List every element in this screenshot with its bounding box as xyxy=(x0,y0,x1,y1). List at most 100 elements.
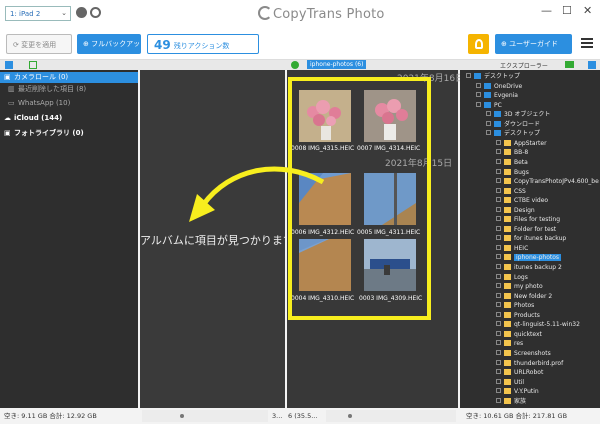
expand-icon[interactable] xyxy=(476,101,481,107)
nav-item-whatsapp[interactable]: ▭ WhatsApp (10) xyxy=(0,98,138,109)
tree-item[interactable]: URLRobot xyxy=(496,368,543,377)
apply-changes-button[interactable]: ⟳ 変更を適用 xyxy=(6,34,72,54)
expand-icon[interactable] xyxy=(496,321,501,327)
nav-item-photo-library[interactable]: ▣ フォトライブラリ (0) xyxy=(0,128,138,139)
albums-scrollbar[interactable] xyxy=(142,410,268,422)
tree-item[interactable]: for itunes backup xyxy=(496,234,566,243)
expand-icon[interactable] xyxy=(496,225,501,231)
expand-icon[interactable] xyxy=(486,130,491,136)
tree-item[interactable]: 家族 xyxy=(496,397,526,406)
tree-item[interactable]: Files for testing xyxy=(496,215,560,224)
expand-icon[interactable] xyxy=(496,244,501,250)
tips-button[interactable] xyxy=(468,34,489,54)
expand-icon[interactable] xyxy=(476,82,481,88)
expand-icon[interactable] xyxy=(496,168,501,174)
expand-icon[interactable] xyxy=(476,92,481,98)
scroll-thumb[interactable] xyxy=(348,414,352,418)
tab-iphone-photos[interactable]: iphone-photos (6) xyxy=(307,60,367,69)
add-icon[interactable] xyxy=(291,61,299,69)
tree-item[interactable]: quicktext xyxy=(496,330,542,339)
tree-item[interactable]: CTBE video xyxy=(496,196,548,205)
tree-item[interactable]: iphone-photos xyxy=(496,253,562,262)
expand-icon[interactable] xyxy=(486,120,491,126)
minimize-button[interactable]: — xyxy=(541,4,552,17)
user-guide-button[interactable]: ⊕ ユーザーガイド xyxy=(495,34,572,54)
tree-item[interactable]: Photos xyxy=(496,301,534,310)
expand-icon[interactable] xyxy=(496,378,501,384)
maximize-button[interactable]: ☐ xyxy=(562,4,572,17)
expand-icon[interactable] xyxy=(496,302,501,308)
tree-item[interactable]: qt-linguist-5.11-win32 xyxy=(496,320,580,329)
expand-icon[interactable] xyxy=(496,139,501,145)
expand-icon[interactable] xyxy=(496,206,501,212)
expand-icon[interactable] xyxy=(496,283,501,289)
close-button[interactable]: ✕ xyxy=(583,4,592,17)
tree-item[interactable]: 3D オブジェクト xyxy=(486,110,550,119)
folder-icon xyxy=(504,178,511,185)
panel-toggle-icon[interactable] xyxy=(588,61,596,69)
tree-item[interactable]: itunes backup 2 xyxy=(496,263,562,272)
expand-icon[interactable] xyxy=(496,340,501,346)
tree-item[interactable]: Logs xyxy=(496,273,528,282)
menu-icon[interactable] xyxy=(581,38,593,48)
tree-item[interactable]: HEIC xyxy=(496,244,528,253)
view-toggle-icon[interactable] xyxy=(5,61,13,69)
tree-item[interactable]: New folder 2 xyxy=(496,292,552,301)
tree-item[interactable]: Design xyxy=(496,206,535,215)
expand-icon[interactable] xyxy=(496,187,501,193)
expand-icon[interactable] xyxy=(496,311,501,317)
expand-icon[interactable] xyxy=(496,330,501,336)
tree-item[interactable]: V.Y.Putin xyxy=(496,387,539,396)
eject-icon[interactable] xyxy=(76,7,87,18)
full-backup-button[interactable]: ⊕ フルバックアップ xyxy=(77,34,147,54)
nav-item-camera-roll[interactable]: ▣ カメラロール (0) xyxy=(0,72,138,83)
folder-icon xyxy=(504,235,511,242)
expand-icon[interactable] xyxy=(496,397,501,403)
tree-item[interactable]: CSS xyxy=(496,187,526,196)
tree-item[interactable]: Beta xyxy=(496,158,528,167)
tree-item[interactable]: Bugs xyxy=(496,168,529,177)
folder-add-icon[interactable] xyxy=(565,61,574,68)
expand-icon[interactable] xyxy=(496,149,501,155)
tree-item[interactable]: BB-8 xyxy=(496,148,528,157)
tree-item[interactable]: Evgenia xyxy=(476,91,518,100)
expand-icon[interactable] xyxy=(496,158,501,164)
remaining-actions-button[interactable]: 49 残りアクション数 xyxy=(147,34,259,54)
expand-icon[interactable] xyxy=(496,273,501,279)
expand-icon[interactable] xyxy=(496,178,501,184)
expand-icon[interactable] xyxy=(496,254,501,260)
new-album-icon[interactable] xyxy=(29,61,37,69)
expand-icon[interactable] xyxy=(496,388,501,394)
tree-item[interactable]: CopyTransPhotoJPv4.600_be xyxy=(496,177,599,186)
tree-item[interactable]: Screenshots xyxy=(496,349,551,358)
tree-item[interactable]: thunderbird.prof xyxy=(496,359,563,368)
expand-icon[interactable] xyxy=(496,264,501,269)
refresh-icon[interactable] xyxy=(90,7,101,18)
photos-scrollbar[interactable] xyxy=(326,410,456,422)
expand-icon[interactable] xyxy=(466,73,471,78)
tree-item[interactable]: デスクトップ xyxy=(486,129,540,138)
nav-item-icloud[interactable]: ☁ iCloud (144) xyxy=(0,113,138,124)
scroll-thumb[interactable] xyxy=(180,414,184,418)
tree-item[interactable]: OneDrive xyxy=(476,82,522,91)
tree-item[interactable]: Folder for test xyxy=(496,225,556,234)
expand-icon[interactable] xyxy=(496,349,501,355)
expand-icon[interactable] xyxy=(496,197,501,203)
tree-item[interactable]: res xyxy=(496,339,523,348)
tree-item[interactable]: AppStarter xyxy=(496,139,547,148)
expand-icon[interactable] xyxy=(496,369,501,375)
tree-item[interactable]: PC xyxy=(476,101,502,110)
tree-item[interactable]: Products xyxy=(496,311,540,320)
expand-icon[interactable] xyxy=(496,359,501,365)
expand-icon[interactable] xyxy=(496,292,501,298)
device-selector[interactable]: 1: iPad 2 ⌄ xyxy=(5,6,71,21)
tree-item[interactable]: my photo xyxy=(496,282,543,291)
expand-icon[interactable] xyxy=(486,111,491,117)
tree-item[interactable]: デスクトップ xyxy=(466,72,520,81)
tree-item[interactable]: ダウンロード xyxy=(486,120,540,129)
expand-icon[interactable] xyxy=(496,235,501,241)
tree-item-label: thunderbird.prof xyxy=(514,359,564,367)
expand-icon[interactable] xyxy=(496,216,501,222)
nav-item-recently-deleted[interactable]: ▥ 最近削除した項目 (8) xyxy=(0,84,138,95)
tree-item[interactable]: Util xyxy=(496,378,524,387)
